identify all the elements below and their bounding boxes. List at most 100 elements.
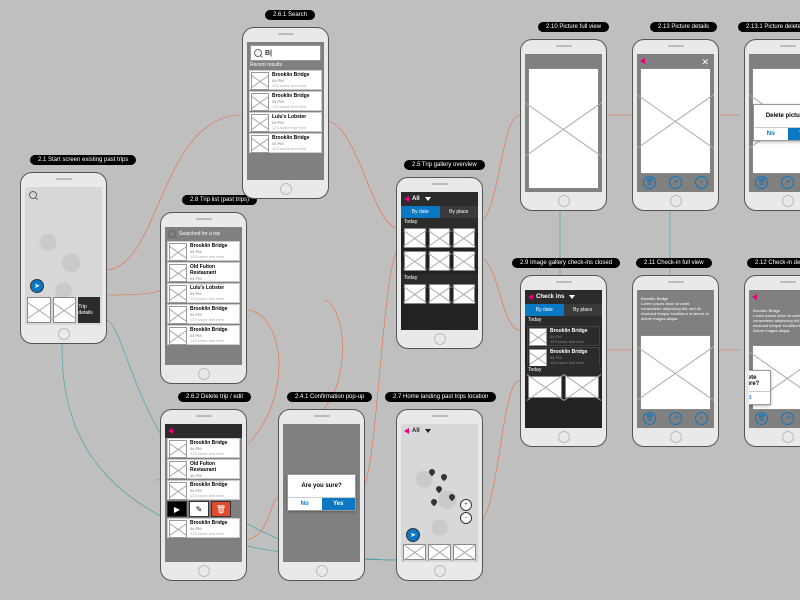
screen-pic-delete-confirm: Delete picture? NoYes 🗑↗i	[744, 39, 800, 211]
screen-search: B| Recent results Brooklin Bridge04 PM12…	[242, 27, 329, 199]
tabs: By date By place	[401, 206, 478, 218]
locate-button[interactable]: ➤	[30, 279, 44, 293]
screen-triplist: Searched for a trip Brooklin Bridge04 PM…	[160, 212, 247, 384]
thumb[interactable]	[429, 284, 451, 304]
tab-bydate[interactable]: By date	[525, 304, 564, 316]
screen-delete-edit: Brooklin Bridge04 PM123 some text here O…	[160, 409, 247, 581]
label-search: 2.6.1 Search	[265, 10, 315, 20]
trip-details-button[interactable]: Trip details	[78, 297, 100, 323]
yes-button[interactable]: Yes	[322, 498, 356, 510]
screen-pic-details: ✕ 🗑 ↗ i	[632, 39, 719, 211]
list-item[interactable]: Brooklin Bridge04 PM123 some text here	[249, 70, 322, 90]
thumb[interactable]	[565, 376, 599, 398]
thumb[interactable]	[27, 297, 51, 323]
list-item[interactable]: Brooklin Bridge04 PM123 some text here	[167, 438, 240, 458]
zoom-in-button[interactable]: +	[460, 499, 472, 511]
bottom-tray: Trip details	[27, 297, 100, 323]
label-chkdet: 2.12 Check-in details	[747, 258, 800, 268]
list-item[interactable]: Brooklin Bridge04 PM123 some text here	[167, 325, 240, 345]
back-icon[interactable]	[528, 294, 533, 300]
label-home: 2.7 Home landing past trips location	[385, 392, 496, 402]
back-icon[interactable]	[404, 196, 409, 202]
list-item[interactable]: Lulu's Lobster04 PM123 some text here	[167, 283, 240, 303]
thumb[interactable]	[429, 228, 451, 248]
no-button[interactable]: No	[754, 128, 788, 140]
list-item[interactable]: Brooklin Bridge04 PM123 some text here	[249, 133, 322, 153]
label-start: 2.1 Start screen existing past trips	[30, 155, 136, 165]
thumb[interactable]	[528, 376, 562, 398]
info-icon[interactable]: i	[695, 412, 708, 425]
search-icon[interactable]	[168, 230, 176, 238]
label-gallery: 2.5 Trip gallery overview	[404, 160, 485, 170]
label-confirm: 2.4.1 Confirmation pop-up	[287, 392, 372, 402]
list-item[interactable]: Lulu's Lobster04 PM123 some text here	[249, 112, 322, 132]
wireframe-canvas: 2.1 Start screen existing past trips 2.6…	[0, 0, 800, 600]
thumb[interactable]	[453, 251, 475, 271]
back-icon[interactable]	[168, 428, 173, 434]
screen-pic-full	[520, 39, 607, 211]
share-icon[interactable]: ↗	[669, 176, 682, 189]
screen-checkin-full: Brooklin Bridge Lorem ipsum dolor sit am…	[632, 275, 719, 447]
list-item[interactable]: Brooklin Bridge04 PM123 some text here	[167, 480, 240, 500]
topbar	[165, 424, 242, 438]
tab-byplace[interactable]: By place	[440, 206, 479, 218]
list-item[interactable]: Brooklin Bridge04 PM123 some text here	[527, 347, 600, 367]
delete-icon[interactable]: 🗑	[643, 176, 656, 189]
list-item[interactable]: Brooklin Bridge04 PM123 some text here	[527, 326, 600, 346]
list-item[interactable]: Brooklin Bridge04 PM123 some text here	[249, 91, 322, 111]
label-chkfull: 2.11 Check-in full view	[636, 258, 712, 268]
tab-byplace[interactable]: By place	[564, 304, 603, 316]
info-icon[interactable]: i	[695, 176, 708, 189]
thumb[interactable]	[404, 228, 426, 248]
thumb[interactable]	[429, 251, 451, 271]
thumb[interactable]	[404, 251, 426, 271]
toolbar: ▶ ✎ 🗑	[167, 501, 240, 517]
search-input[interactable]: B|	[250, 45, 321, 61]
thumb[interactable]	[453, 228, 475, 248]
back-icon[interactable]	[752, 294, 757, 300]
label-delete: 2.6.2 Delete trip / edit	[178, 392, 251, 402]
tab-bydate[interactable]: By date	[401, 206, 440, 218]
label-picfull: 2.10 Picture full view	[538, 22, 609, 32]
play-button[interactable]: ▶	[167, 501, 187, 517]
label-picdel: 2.13.1 Picture delete confirmation pop-u…	[738, 22, 800, 32]
list-item[interactable]: Old Fulton Restaurant04 PM123 some text …	[167, 459, 240, 479]
search-icon[interactable]	[29, 191, 37, 199]
thumb[interactable]	[428, 544, 451, 560]
search-icon	[254, 49, 262, 57]
thumb[interactable]	[403, 544, 426, 560]
chevron-down-icon[interactable]	[425, 197, 431, 201]
yes-button[interactable]: Yes	[788, 128, 800, 140]
screen-checkin-details: ✕ Brooklin Bridge Lorem ipsum dolor sit …	[744, 275, 800, 447]
share-icon[interactable]: ↗	[669, 412, 682, 425]
thumb[interactable]	[453, 284, 475, 304]
screen-confirm: Are you sure? No Yes	[278, 409, 365, 581]
chevron-down-icon[interactable]	[425, 429, 431, 433]
back-icon[interactable]	[640, 58, 645, 64]
searched-label: Searched for a trip	[179, 231, 220, 237]
chevron-down-icon[interactable]	[569, 295, 575, 299]
delete-icon[interactable]: 🗑	[643, 412, 656, 425]
image[interactable]	[640, 335, 711, 410]
back-icon[interactable]	[404, 428, 409, 434]
no-button[interactable]: No	[288, 498, 322, 510]
list-item[interactable]: Brooklin Bridge04 PM123 some text here	[167, 304, 240, 324]
delete-button[interactable]: 🗑	[211, 501, 231, 517]
image[interactable]	[528, 68, 599, 189]
thumb[interactable]	[404, 284, 426, 304]
image[interactable]	[640, 68, 711, 174]
locate-button[interactable]: ➤	[406, 528, 420, 542]
list-item[interactable]: Brooklin Bridge04 PM123 some text here	[167, 518, 240, 538]
edit-button[interactable]: ✎	[189, 501, 209, 517]
list-item[interactable]: Old Fulton Restaurant04 PM123 some text …	[167, 262, 240, 282]
action-bar: 🗑 ↗ i	[637, 175, 714, 189]
screen-start: ➤ Trip details	[20, 172, 107, 344]
label-picdet: 2.13 Picture details	[650, 22, 717, 32]
zoom-out-button[interactable]: −	[460, 512, 472, 524]
list-item[interactable]: Brooklin Bridge04 PM123 some text here	[167, 241, 240, 261]
close-icon[interactable]: ✕	[701, 57, 709, 68]
screen-home-map: All + − ➤	[396, 409, 483, 581]
thumb[interactable]	[453, 544, 476, 560]
screen-gallery: All By date By place Today Today	[396, 177, 483, 349]
thumb[interactable]	[53, 297, 77, 323]
